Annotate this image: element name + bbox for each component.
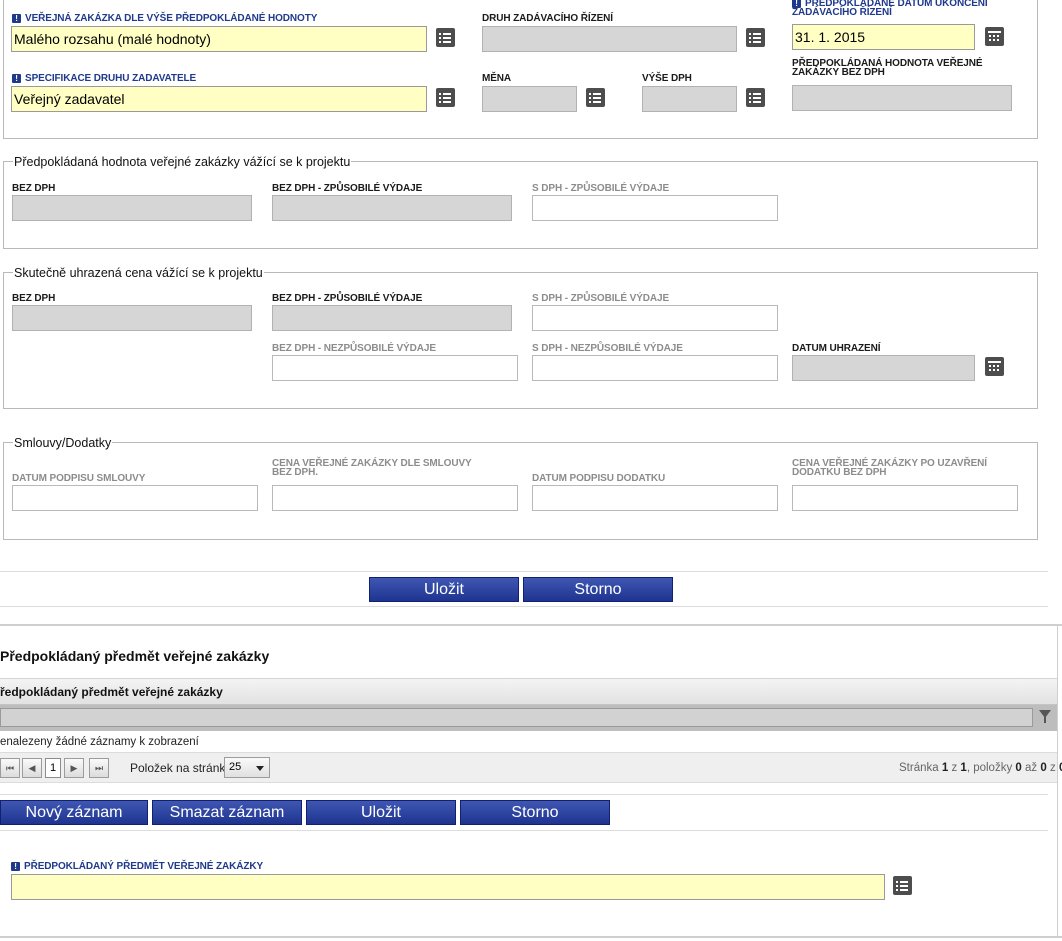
required-icon: ! (12, 14, 21, 23)
vyse-dph-label: VÝŠE DPH (642, 73, 692, 84)
cancel-button[interactable]: Storno (460, 800, 610, 825)
required-icon: ! (12, 74, 21, 83)
skut-s-dph-nezpusobile-field[interactable] (532, 355, 778, 381)
chevron-down-icon (256, 766, 264, 771)
divider (0, 794, 1048, 795)
druh-field[interactable] (482, 26, 737, 52)
divider (0, 830, 1048, 831)
mena-label: MĚNA (482, 73, 512, 84)
save-button[interactable]: Uložit (306, 800, 456, 825)
skut-bez-dph-label: BEZ DPH (12, 293, 56, 304)
cancel-button[interactable]: Storno (523, 577, 673, 602)
predp-bez-dph-field[interactable] (12, 195, 252, 221)
predmet-heading: Předpokládaný předmět veřejné zakázky (0, 648, 270, 664)
per-page-label: Položek na stránku (130, 761, 233, 775)
skut-bez-dph-zpusobile-label: BEZ DPH - ZPŮSOBILÉ VÝDAJE (272, 293, 423, 304)
calendar-icon[interactable] (985, 27, 1004, 46)
skutecne-legend: Skutečně uhrazená cena vážící se k proje… (13, 266, 264, 280)
save-button[interactable]: Uložit (369, 577, 519, 602)
per-page-select[interactable]: 25 (224, 757, 270, 778)
filter-icon-stem (1044, 717, 1046, 723)
required-icon: ! (11, 862, 20, 871)
divider (0, 571, 1048, 572)
predp-s-dph-zpusobile-field[interactable] (532, 195, 778, 221)
mena-field[interactable] (482, 86, 577, 112)
skut-bez-dph-nezpusobile-field[interactable] (272, 355, 518, 381)
first-page-button[interactable]: ⏮ (0, 758, 20, 778)
cena-dle-smlouvy-label: CENA VEŘEJNÉ ZAKÁZKY DLE SMLOUVY BEZ DPH… (272, 458, 472, 478)
datum-ukonceni-field[interactable]: 31. 1. 2015 (792, 24, 975, 50)
list-icon[interactable] (893, 876, 912, 895)
hodnota-bez-dph-label: PŘEDPOKLÁDANÁ HODNOTA VEŘEJNÉ ZAKÁZKY BE… (792, 58, 983, 78)
druh-label: DRUH ZADÁVACÍHO ŘÍZENÍ (482, 13, 613, 24)
datum-uhrazeni-label: DATUM UHRAZENÍ (792, 343, 881, 354)
zakazka-label: ! VEŘEJNÁ ZAKÁZKA DLE VÝŠE PŘEDPOKLÁDANÉ … (12, 14, 317, 24)
predp-bez-dph-label: BEZ DPH (12, 183, 56, 194)
cena-dle-smlouvy-field[interactable] (272, 485, 518, 511)
list-icon[interactable] (586, 88, 605, 107)
predmet-field-label: ! PŘEDPOKLÁDANÝ PŘEDMĚT VEŘEJNÉ ZAKÁZKY (11, 862, 263, 872)
cena-po-dodatku-field[interactable] (792, 485, 1018, 511)
grid-column-header[interactable]: ředpokládaný předmět veřejné zakázky (0, 685, 223, 699)
section-separator (0, 624, 1062, 626)
predmet-field[interactable] (11, 874, 885, 900)
specifikace-field[interactable]: Veřejný zadavatel (11, 86, 427, 112)
smlouvy-legend: Smlouvy/Dodatky (13, 436, 113, 450)
datum-podpisu-smlouvy-field[interactable] (12, 485, 258, 511)
predp-s-dph-zpusobile-label: S DPH - ZPŮSOBILÉ VÝDAJE (532, 183, 670, 194)
datum-podpisu-smlouvy-label: DATUM PODPISU SMLOUVY (12, 473, 146, 484)
grid-filter-input[interactable] (0, 708, 1033, 727)
datum-ukonceni-label: ! PŘEDPOKLÁDANÉ DATUM UKONČENÍ ZADÁVACÍHO… (792, 0, 988, 18)
predpokladana-legend: Předpokládaná hodnota veřejné zakázky vá… (13, 155, 352, 169)
next-page-button[interactable]: ▶ (64, 758, 84, 778)
list-icon[interactable] (746, 88, 765, 107)
pager-status: Stránka 1 z 1, položky 0 až 0 z 0 (899, 762, 1062, 774)
predp-bez-dph-zpusobile-label: BEZ DPH - ZPŮSOBILÉ VÝDAJE (272, 183, 423, 194)
right-border (1057, 624, 1058, 938)
zakazka-field[interactable]: Malého rozsahu (malé hodnoty) (11, 26, 427, 52)
skut-bez-dph-zpusobile-field[interactable] (272, 305, 512, 331)
vyse-dph-field[interactable] (642, 86, 737, 112)
skut-s-dph-zpusobile-field[interactable] (532, 305, 778, 331)
prev-page-button[interactable]: ◀ (22, 758, 42, 778)
list-icon[interactable] (746, 28, 765, 47)
page-number-input[interactable]: 1 (45, 758, 61, 778)
skut-s-dph-nezpusobile-label: S DPH - NEZPŮSOBILÉ VÝDAJE (532, 343, 683, 354)
skut-bez-dph-nezpusobile-label: BEZ DPH - NEZPŮSOBILÉ VÝDAJE (272, 343, 436, 354)
skut-bez-dph-field[interactable] (12, 305, 252, 331)
empty-message: enalezeny žádné záznamy k zobrazení (0, 736, 199, 748)
last-page-button[interactable]: ⏭ (89, 758, 109, 778)
calendar-icon[interactable] (985, 357, 1004, 376)
bottom-border (0, 936, 1062, 938)
datum-uhrazeni-field[interactable] (792, 355, 975, 381)
list-icon[interactable] (436, 28, 455, 47)
cena-po-dodatku-label: CENA VEŘEJNÉ ZAKÁZKY PO UZAVŘENÍ DODATKU… (792, 458, 987, 478)
new-record-button[interactable]: Nový záznam (0, 800, 148, 825)
per-page-value: 25 (229, 761, 242, 773)
divider (0, 606, 1048, 607)
delete-record-button[interactable]: Smazat záznam (152, 800, 302, 825)
list-icon[interactable] (436, 88, 455, 107)
datum-podpisu-dodatku-label: DATUM PODPISU DODATKU (532, 473, 666, 484)
specifikace-label: ! SPECIFIKACE DRUHU ZADAVATELE (12, 74, 196, 84)
predp-bez-dph-zpusobile-field[interactable] (272, 195, 512, 221)
skutecne-fieldset (3, 272, 1038, 409)
hodnota-bez-dph-field[interactable] (792, 85, 1012, 111)
datum-podpisu-dodatku-field[interactable] (532, 485, 778, 511)
skut-s-dph-zpusobile-label: S DPH - ZPŮSOBILÉ VÝDAJE (532, 293, 670, 304)
